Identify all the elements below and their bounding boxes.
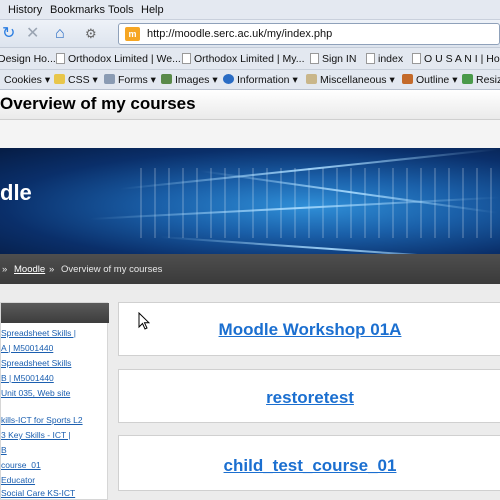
menu-tools[interactable]: Tools <box>108 4 134 16</box>
dev-menu-css[interactable]: CSS ▾ <box>54 74 98 86</box>
bookmark-item[interactable]: Orthodox Limited | My... <box>182 53 305 65</box>
bookmark-item[interactable]: Design Ho... <box>0 53 56 65</box>
breadcrumb: » Moodle » Overview of my courses <box>0 254 500 284</box>
home-icon[interactable]: ⌂ <box>55 25 65 43</box>
sidebar-course-link[interactable]: Spreadsheet Skills <box>1 358 71 368</box>
sidebar-course-link[interactable]: Spreadsheet Skills | <box>1 328 76 338</box>
page-icon <box>56 53 65 64</box>
bookmark-item[interactable]: index <box>366 53 403 65</box>
dev-menu-label: Outline <box>416 74 450 86</box>
page-icon <box>412 53 421 64</box>
mouse-cursor-icon <box>138 312 150 330</box>
menu-history[interactable]: History <box>8 4 42 16</box>
dev-menu-images[interactable]: Images ▾ <box>161 74 218 86</box>
courses-sidebar-block: Spreadsheet Skills | A | M5001440 Spread… <box>0 302 109 500</box>
dev-menu-label: Cookies <box>4 74 42 86</box>
site-banner: dle <box>0 148 500 254</box>
course-box: Moodle Workshop 01A <box>118 302 500 356</box>
window-title: Overview of my courses <box>0 94 196 113</box>
sidebar-course-link[interactable]: Social Care KS-ICT <box>1 488 75 498</box>
bookmark-label: Sign IN <box>322 53 357 65</box>
page-icon <box>310 53 319 64</box>
course-title-link[interactable]: child_test_course_01 <box>119 456 500 476</box>
image-icon <box>161 74 172 84</box>
menu-bookmarks[interactable]: Bookmarks <box>50 4 105 16</box>
sidebar-course-link[interactable]: Educator <box>1 475 35 485</box>
dev-menu-forms[interactable]: Forms ▾ <box>104 74 156 86</box>
course-box: child_test_course_01 <box>118 435 500 491</box>
sidebar-course-link[interactable]: 3 Key Skills - ICT | <box>1 430 71 440</box>
dev-menu-label: Information <box>237 74 290 86</box>
form-icon <box>104 74 115 84</box>
folder-icon <box>54 74 65 84</box>
dev-menu-label: Resiz <box>476 74 500 86</box>
main-content: Spreadsheet Skills | A | M5001440 Spread… <box>0 284 500 500</box>
bookmark-item[interactable]: Sign IN <box>310 53 356 65</box>
dev-menu-outline[interactable]: Outline ▾ <box>402 74 457 86</box>
page-top-gap <box>0 120 500 148</box>
browser-navbar: ↻ ✕ ⌂ ⚙ m http://moodle.serc.ac.uk/my/in… <box>0 20 500 48</box>
stop-icon[interactable]: ✕ <box>26 25 39 43</box>
browser-menubar: History Bookmarks Tools Help <box>0 0 500 20</box>
breadcrumb-separator: » <box>49 264 55 275</box>
course-title-link[interactable]: Moodle Workshop 01A <box>119 320 500 340</box>
site-logo-text[interactable]: dle <box>0 180 32 206</box>
info-icon <box>223 74 234 84</box>
developer-toolbar: Cookies ▾ CSS ▾ Forms ▾ Images ▾ Informa… <box>0 70 500 90</box>
course-box: restoretest <box>118 369 500 423</box>
bookmark-item[interactable]: Orthodox Limited | We... <box>56 53 181 65</box>
page-icon <box>366 53 375 64</box>
breadcrumb-current: Overview of my courses <box>61 264 163 275</box>
bookmark-label: index <box>378 53 404 65</box>
dev-menu-label: Forms <box>118 74 148 86</box>
reload-icon[interactable]: ↻ <box>2 25 15 43</box>
dev-menu-resize[interactable]: Resiz <box>462 74 500 86</box>
bookmark-label: Orthodox Limited | We... <box>68 53 181 65</box>
course-title-link[interactable]: restoretest <box>119 388 500 408</box>
sidebar-course-link[interactable]: kills-ICT for Sports L2 <box>1 415 83 425</box>
dev-menu-label: CSS <box>68 74 90 86</box>
banner-decoration <box>140 168 500 238</box>
resize-icon <box>462 74 473 84</box>
tools-icon[interactable]: ⚙ <box>85 25 97 43</box>
sidebar-course-link[interactable]: course_01 <box>1 460 41 470</box>
dev-menu-cookies[interactable]: Cookies ▾ <box>4 74 50 86</box>
menu-help[interactable]: Help <box>141 4 164 16</box>
bookmark-label: O U S A N I | Hon <box>424 53 500 65</box>
page-icon <box>182 53 191 64</box>
bookmark-item[interactable]: O U S A N I | Hon <box>412 53 500 65</box>
window-title-bar: Overview of my courses <box>0 90 500 120</box>
banner-streak <box>159 236 500 254</box>
address-bar[interactable]: m http://moodle.serc.ac.uk/my/index.php <box>118 23 500 45</box>
sidebar-course-link[interactable]: B | M5001440 <box>1 373 54 383</box>
breadcrumb-separator: » <box>2 264 8 275</box>
misc-icon <box>306 74 317 84</box>
dev-menu-label: Images <box>175 74 210 86</box>
sidebar-course-link[interactable]: B <box>1 445 7 455</box>
sidebar-course-link[interactable]: Unit 035, Web site <box>1 388 70 398</box>
outline-icon <box>402 74 413 84</box>
address-url[interactable]: http://moodle.serc.ac.uk/my/index.php <box>147 28 332 40</box>
dev-menu-information[interactable]: Information ▾ <box>223 74 298 86</box>
sidebar-block-header <box>1 303 109 323</box>
bookmark-label: Orthodox Limited | My... <box>194 53 305 65</box>
bookmark-label: Design Ho... <box>0 53 56 65</box>
sidebar-course-link[interactable]: A | M5001440 <box>1 343 53 353</box>
breadcrumb-link-moodle[interactable]: Moodle <box>14 264 45 275</box>
bookmarks-toolbar: Design Ho... Orthodox Limited | We... Or… <box>0 48 500 70</box>
site-favicon-icon: m <box>125 27 140 41</box>
dev-menu-label: Miscellaneous <box>320 74 387 86</box>
dev-menu-miscellaneous[interactable]: Miscellaneous ▾ <box>306 74 395 86</box>
